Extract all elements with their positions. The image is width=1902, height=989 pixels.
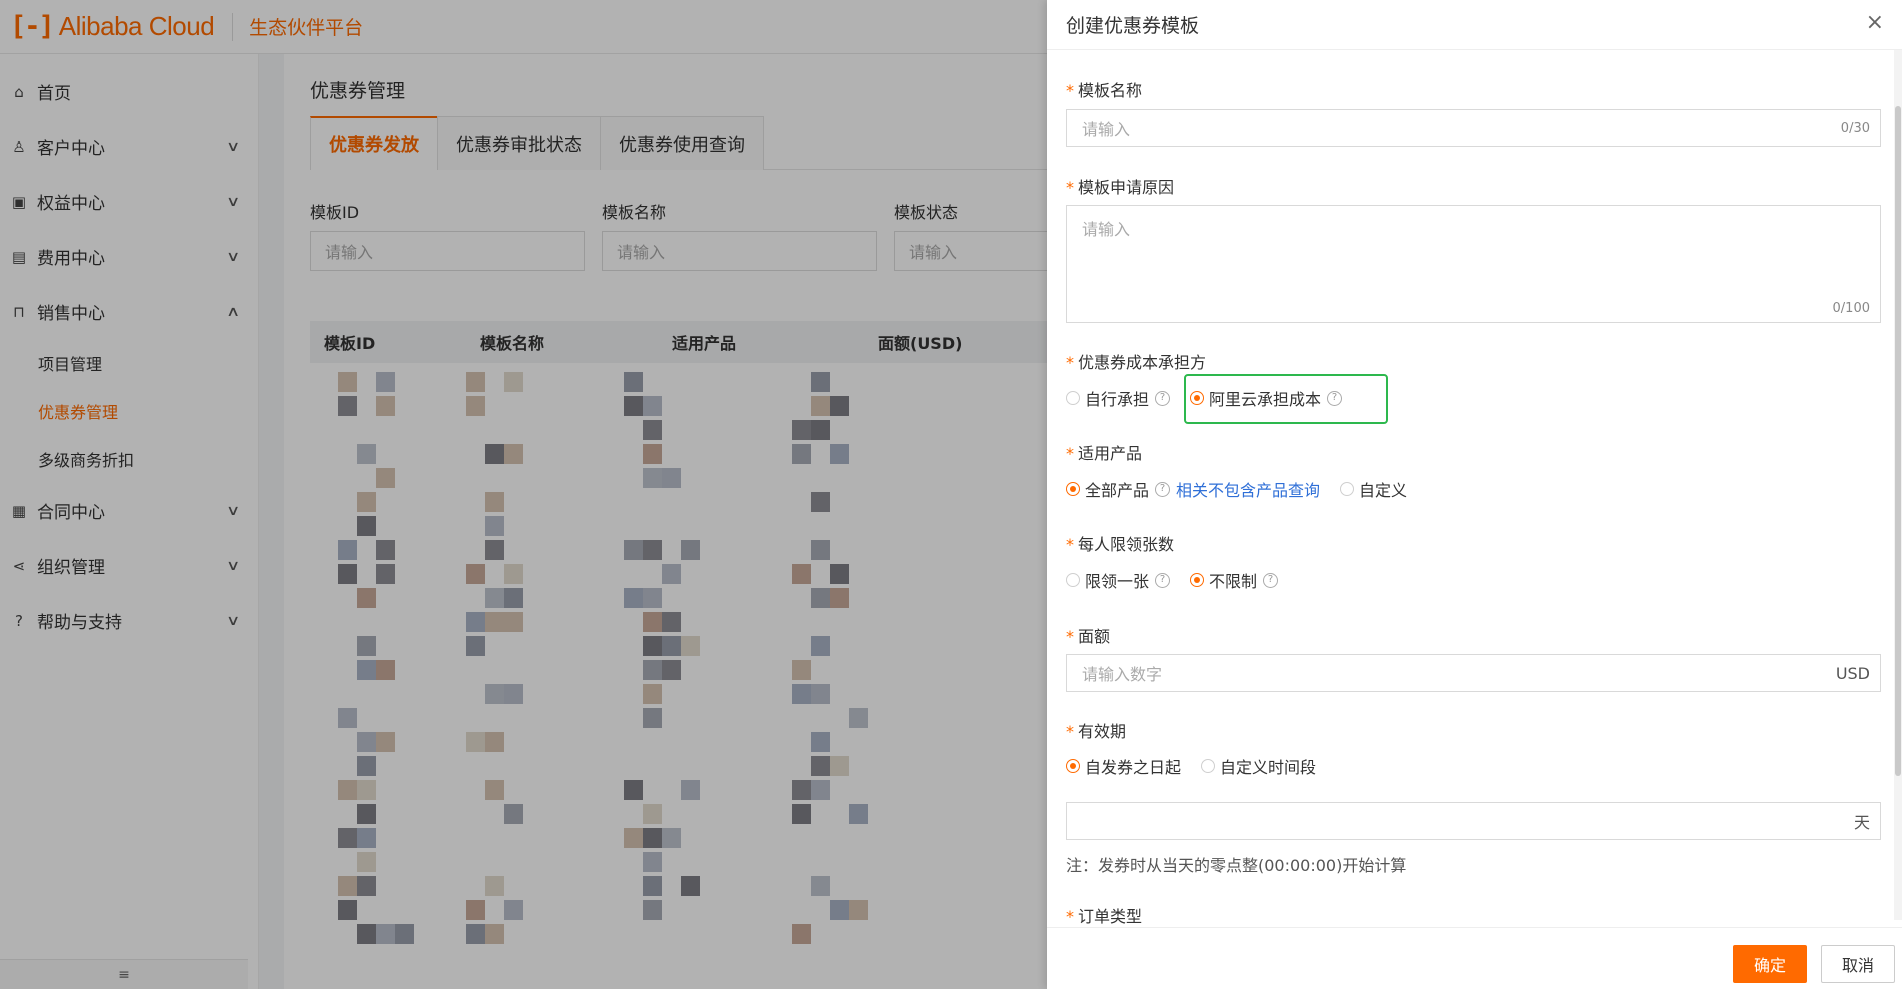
cancel-button[interactable]: 取消 bbox=[1821, 945, 1895, 983]
radio-button-selected[interactable] bbox=[1066, 482, 1080, 496]
drawer-scrollbar[interactable] bbox=[1894, 50, 1902, 920]
cost-bearer-label: * 优惠券成本承担方 bbox=[1066, 349, 1206, 373]
radio-label: 自定义时间段 bbox=[1220, 758, 1317, 777]
field-label-text: 有效期 bbox=[1078, 722, 1127, 741]
radio-label: 限领一张 bbox=[1085, 572, 1150, 591]
close-icon[interactable]: × bbox=[1866, 12, 1884, 34]
validity-note: 注：发券时从当天的零点整(00:00:00)开始计算 bbox=[1066, 856, 1407, 875]
drawer-footer: 确定 取消 bbox=[1047, 927, 1902, 989]
textarea-placeholder: 请输入 bbox=[1082, 220, 1131, 239]
amount-input[interactable]: 请输入数字 USD bbox=[1066, 654, 1881, 692]
radio-custom-products[interactable]: 自定义 bbox=[1340, 477, 1407, 501]
apply-reason-label: * 模板申请原因 bbox=[1066, 174, 1174, 198]
required-mark: * bbox=[1066, 627, 1074, 646]
char-counter: 0/30 bbox=[1840, 120, 1870, 136]
input-placeholder: 请输入数字 bbox=[1082, 665, 1163, 684]
char-counter: 0/100 bbox=[1832, 301, 1870, 316]
radio-custom-period[interactable]: 自定义时间段 bbox=[1201, 754, 1316, 778]
highlight-box bbox=[1184, 374, 1388, 424]
days-suffix: 天 bbox=[1853, 813, 1870, 832]
currency-suffix: USD bbox=[1835, 663, 1870, 683]
create-coupon-template-drawer: 创建优惠券模板 × * 模板名称 请输入 0/30 * 模板申请原因 请输入 0/1… bbox=[1047, 0, 1902, 989]
drawer-title: 创建优惠券模板 bbox=[1066, 15, 1200, 37]
required-mark: * bbox=[1066, 81, 1074, 100]
radio-button[interactable] bbox=[1066, 573, 1080, 587]
field-label-text: 适用产品 bbox=[1078, 444, 1143, 463]
modal-overlay[interactable] bbox=[0, 0, 1047, 989]
drawer-header: 创建优惠券模板 × bbox=[1047, 0, 1902, 50]
products-label: * 适用产品 bbox=[1066, 440, 1142, 464]
amount-label: * 面额 bbox=[1066, 623, 1110, 647]
per-user-limit-label: * 每人限领张数 bbox=[1066, 531, 1174, 555]
help-icon[interactable]: ? bbox=[1155, 572, 1171, 588]
required-mark: * bbox=[1066, 907, 1074, 926]
scrollbar-thumb[interactable] bbox=[1895, 106, 1901, 776]
field-label-text: 优惠券成本承担方 bbox=[1078, 353, 1207, 372]
required-mark: * bbox=[1066, 444, 1074, 463]
confirm-button[interactable]: 确定 bbox=[1733, 945, 1807, 983]
radio-button[interactable] bbox=[1340, 482, 1355, 496]
field-label-text: 模板名称 bbox=[1078, 81, 1143, 100]
radio-no-limit[interactable]: 不限制? bbox=[1190, 568, 1279, 592]
radio-button[interactable] bbox=[1066, 391, 1080, 405]
required-mark: * bbox=[1066, 178, 1074, 197]
field-label-text: 面额 bbox=[1078, 627, 1111, 646]
radio-button[interactable] bbox=[1201, 759, 1216, 773]
radio-label: 全部产品 bbox=[1085, 481, 1150, 500]
validity-label: * 有效期 bbox=[1066, 718, 1126, 742]
template-name-label: * 模板名称 bbox=[1066, 77, 1142, 101]
input-placeholder: 请输入 bbox=[1082, 120, 1131, 139]
template-name-input[interactable]: 请输入 0/30 bbox=[1066, 109, 1881, 147]
help-icon[interactable]: ? bbox=[1155, 390, 1171, 406]
radio-button-selected[interactable] bbox=[1190, 573, 1205, 587]
radio-label: 不限制 bbox=[1209, 572, 1258, 591]
required-mark: * bbox=[1066, 353, 1074, 372]
radio-label: 自行承担 bbox=[1085, 390, 1150, 409]
radio-from-issue-date[interactable]: 自发券之日起 bbox=[1066, 754, 1181, 778]
validity-days-input[interactable]: 天 bbox=[1066, 802, 1881, 840]
products-radio-group: 全部产品? 相关不包含产品查询 自定义 bbox=[1066, 477, 1427, 501]
order-type-label: * 订单类型 bbox=[1066, 903, 1142, 927]
apply-reason-textarea[interactable]: 请输入 0/100 bbox=[1066, 205, 1881, 323]
field-label-text: 订单类型 bbox=[1078, 907, 1143, 926]
radio-label: 自发券之日起 bbox=[1085, 758, 1182, 777]
required-mark: * bbox=[1066, 722, 1074, 741]
validity-radio-group: 自发券之日起 自定义时间段 bbox=[1066, 754, 1336, 778]
required-mark: * bbox=[1066, 535, 1074, 554]
radio-button-selected[interactable] bbox=[1066, 759, 1080, 773]
field-label-text: 每人限领张数 bbox=[1078, 535, 1175, 554]
radio-limit-one[interactable]: 限领一张? bbox=[1066, 568, 1171, 592]
per-user-limit-radio-group: 限领一张? 不限制? bbox=[1066, 568, 1298, 592]
help-icon[interactable]: ? bbox=[1263, 572, 1279, 588]
radio-self-bear[interactable]: 自行承担? bbox=[1066, 386, 1171, 410]
help-icon[interactable]: ? bbox=[1155, 481, 1171, 497]
field-label-text: 模板申请原因 bbox=[1078, 178, 1175, 197]
radio-all-products[interactable]: 全部产品? bbox=[1066, 477, 1171, 501]
radio-label: 自定义 bbox=[1359, 481, 1408, 500]
excluded-products-link[interactable]: 相关不包含产品查询 bbox=[1176, 477, 1320, 501]
